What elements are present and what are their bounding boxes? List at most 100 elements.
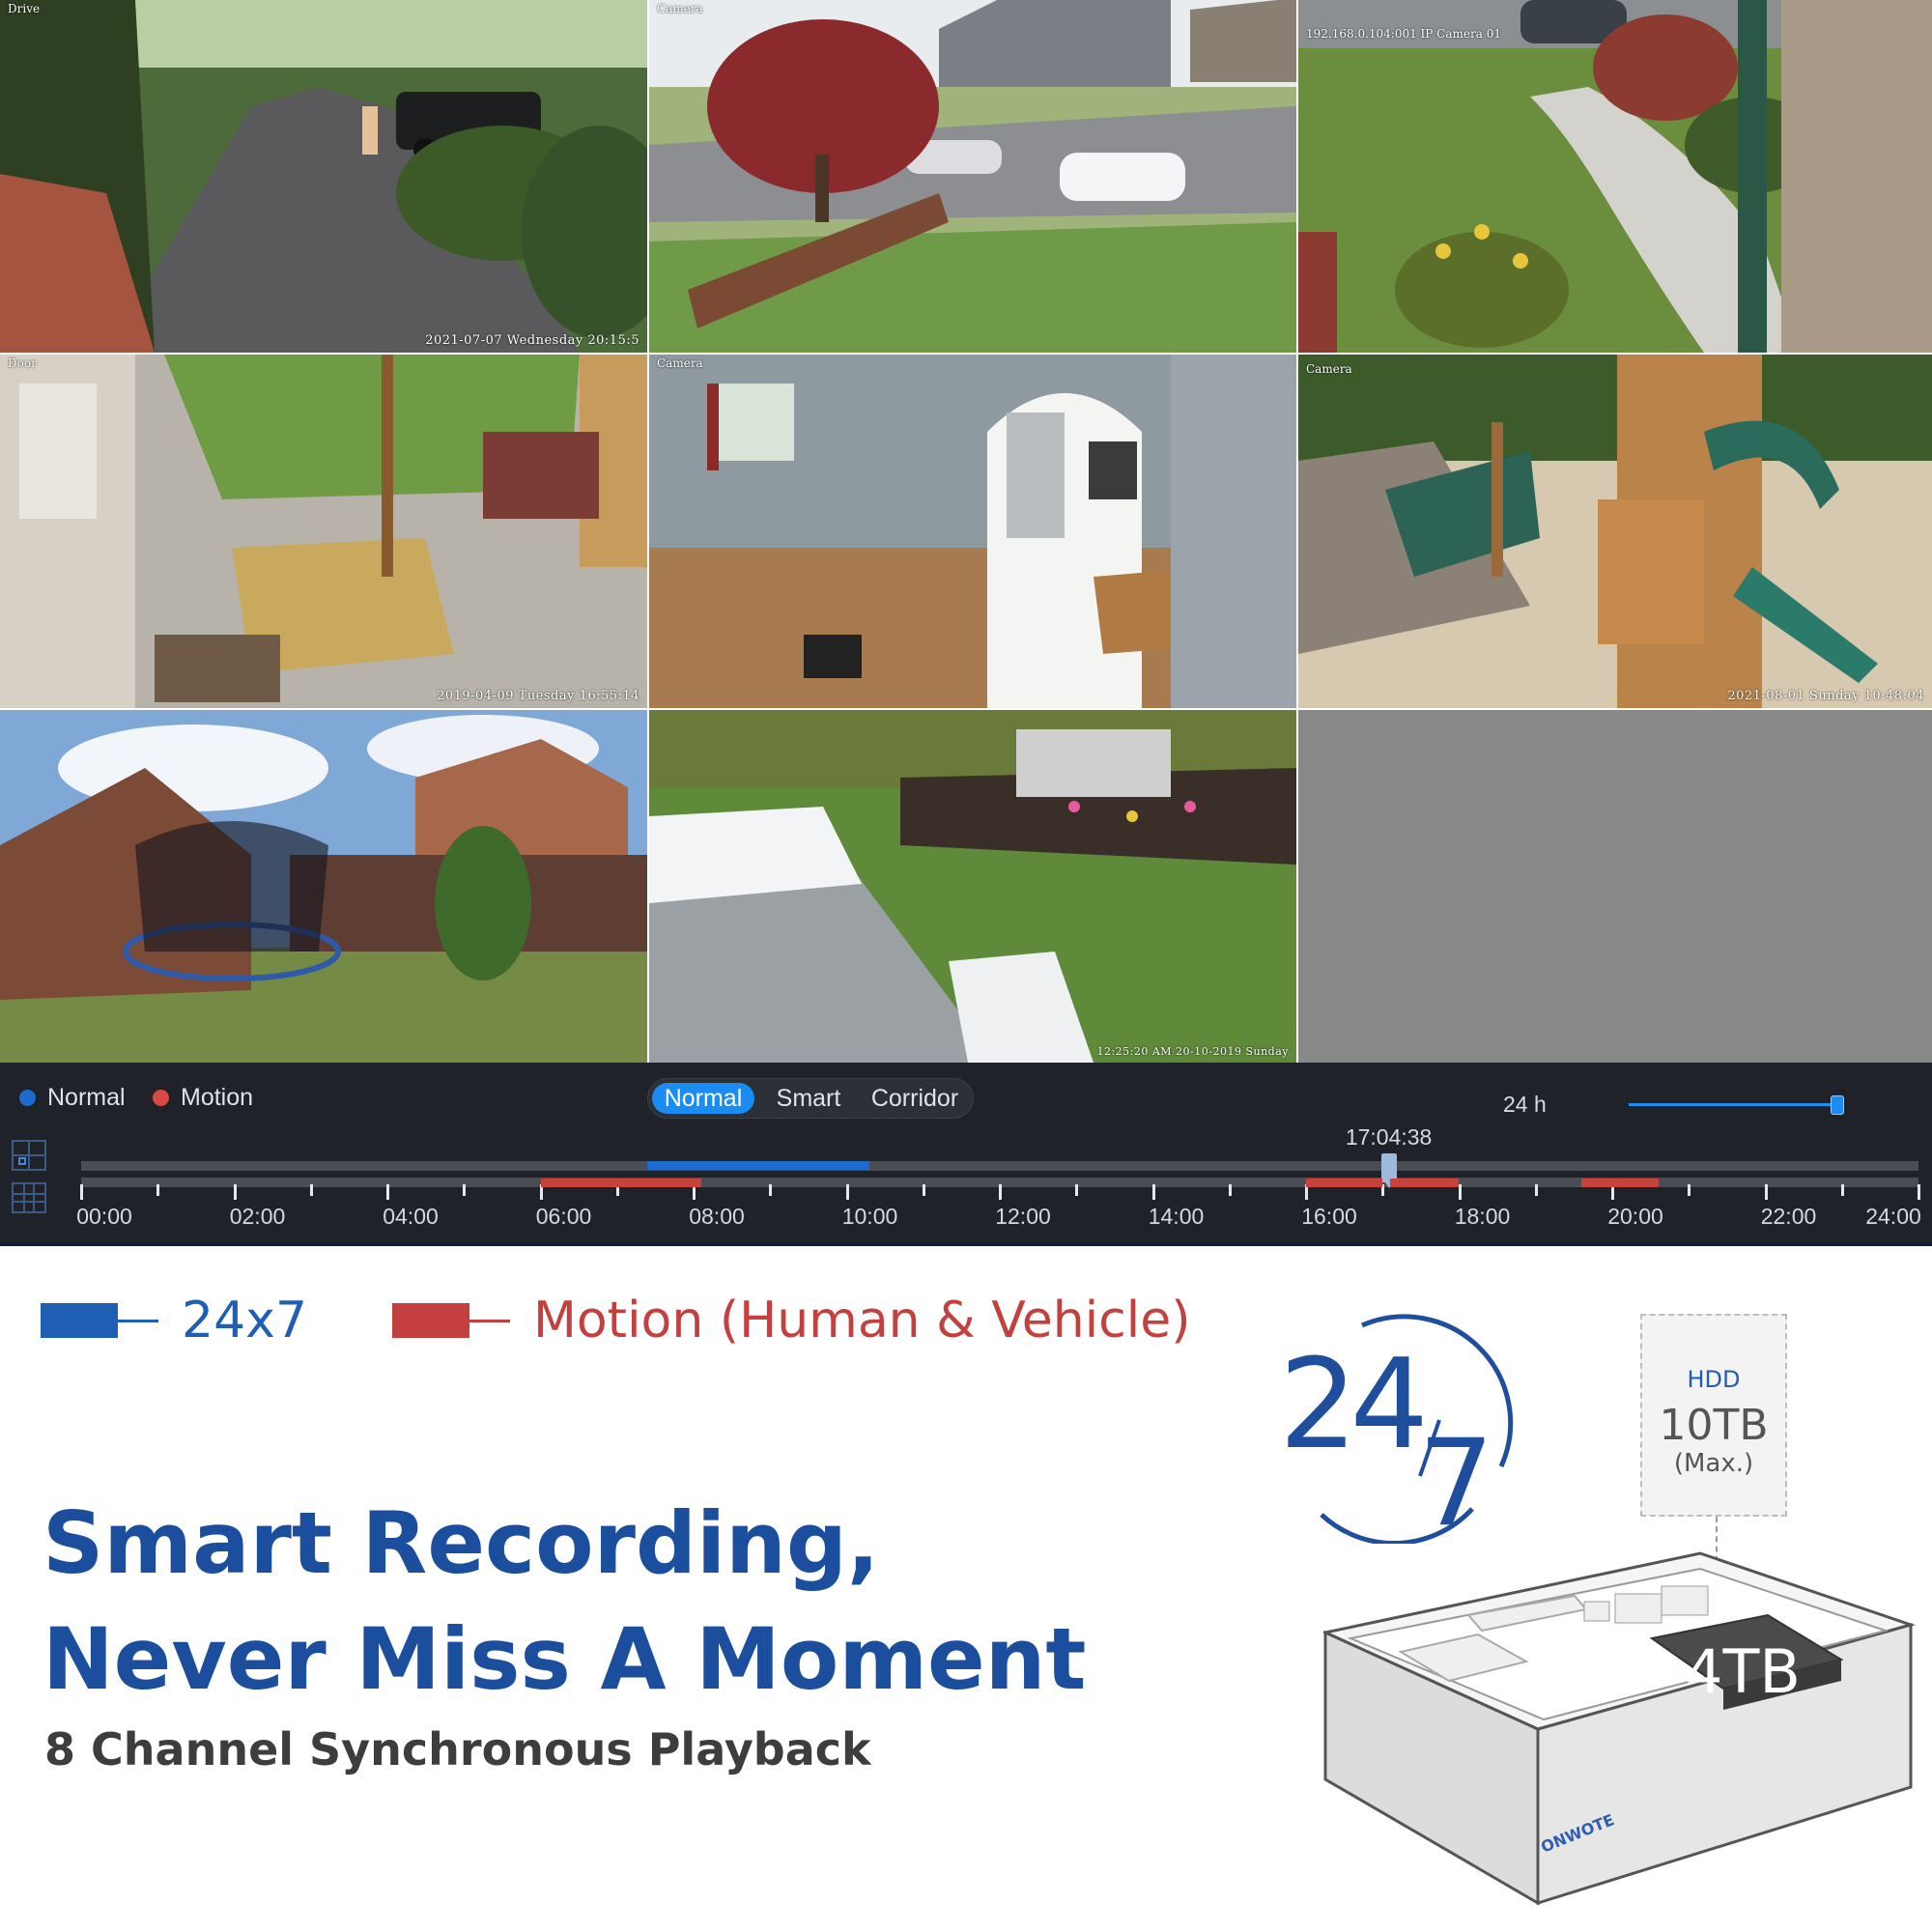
camera-1-label: Drive bbox=[8, 2, 41, 15]
timeline-hour-label: 16:00 bbox=[1301, 1204, 1357, 1229]
camera-tile-6[interactable]: Camera 2021-08-01 Sunday 10:48:04 bbox=[1298, 355, 1932, 708]
timeline-hour-label: 06:00 bbox=[535, 1204, 592, 1229]
hdd-capacity: 10TB bbox=[1659, 1401, 1769, 1450]
legend-normal-label: Normal bbox=[47, 1084, 126, 1111]
timeline-tick bbox=[233, 1184, 237, 1200]
timeline-hour-label: 02:00 bbox=[229, 1204, 286, 1229]
timeline-hour-label: 00:00 bbox=[76, 1204, 132, 1229]
legend-motion: Motion bbox=[153, 1084, 253, 1112]
camera-3-feed bbox=[1298, 0, 1932, 353]
badge-24-7-icon: 24 7 bbox=[1279, 1314, 1514, 1544]
key-motion-line bbox=[469, 1319, 510, 1322]
timeline-tick bbox=[999, 1184, 1002, 1200]
camera-5-label: Camera bbox=[657, 356, 703, 370]
timeline-tick bbox=[1075, 1184, 1079, 1196]
camera-2-label: Camera bbox=[657, 2, 703, 15]
camera-3-label: 192.168.0.104:001 IP Camera 01 bbox=[1306, 27, 1501, 41]
timeline-hour-label: 08:00 bbox=[689, 1204, 745, 1229]
split-9-icon[interactable] bbox=[12, 1182, 46, 1213]
motion-record-segment bbox=[540, 1179, 701, 1187]
mode-corridor-button[interactable]: Corridor bbox=[861, 1083, 969, 1114]
timeline-tick bbox=[309, 1184, 313, 1196]
timeline-tick bbox=[80, 1184, 83, 1200]
camera-tile-4[interactable]: Door 2019-04-09 Tuesday 16:55:14 bbox=[0, 355, 647, 708]
camera-8-feed bbox=[649, 710, 1296, 1063]
normal-dot-icon bbox=[19, 1090, 36, 1106]
hdd-note: (Max.) bbox=[1673, 1449, 1754, 1478]
camera-tile-2[interactable]: Camera bbox=[649, 0, 1296, 353]
normal-record-track[interactable] bbox=[81, 1161, 1918, 1171]
legend-motion-label: Motion bbox=[181, 1084, 254, 1111]
camera-tile-5[interactable]: Camera bbox=[649, 355, 1296, 708]
camera-grid: Drive 2021-07-07 Wednesday 20:15:5 Camer… bbox=[0, 0, 1932, 1063]
timeline-hour-label: 04:00 bbox=[383, 1204, 439, 1229]
timeline-hour-label: 10:00 bbox=[841, 1204, 898, 1229]
timeline-tick bbox=[1151, 1184, 1155, 1200]
hdd-capacity-card: HDD 10TB (Max.) bbox=[1640, 1314, 1787, 1517]
motion-record-segment bbox=[1306, 1179, 1383, 1187]
timeline-tick bbox=[769, 1184, 773, 1196]
split-4-icon[interactable] bbox=[12, 1140, 46, 1171]
key-motion-swatch bbox=[392, 1303, 469, 1338]
empty-channel-tile[interactable] bbox=[1298, 710, 1932, 1063]
camera-tile-8[interactable]: 12:25:20 AM 20-10-2019 Sunday bbox=[649, 710, 1296, 1063]
key-motion-label: Motion (Human & Vehicle) bbox=[533, 1292, 1191, 1350]
key-motion: Motion (Human & Vehicle) bbox=[392, 1292, 1191, 1350]
camera-tile-1[interactable]: Drive 2021-07-07 Wednesday 20:15:5 bbox=[0, 0, 647, 353]
time-range-label: 24 h bbox=[1503, 1092, 1547, 1117]
timeline-tick bbox=[1228, 1184, 1232, 1196]
camera-4-label: Door bbox=[8, 356, 37, 370]
nvr-device-illustration: 4TB ONWOTE bbox=[1323, 1551, 1917, 1906]
timeline-hour-label: 14:00 bbox=[1148, 1204, 1205, 1229]
installed-hdd-label: 4TB bbox=[1685, 1636, 1801, 1707]
playhead-time: 17:04:38 bbox=[1345, 1124, 1433, 1150]
key-24x7-swatch bbox=[41, 1303, 118, 1338]
camera-tile-7[interactable] bbox=[0, 710, 647, 1063]
playback-timeline-panel: Normal Motion Normal Smart Corridor 24 h… bbox=[0, 1063, 1932, 1246]
camera-1-feed bbox=[0, 0, 647, 353]
timeline-tick bbox=[1688, 1184, 1691, 1196]
hdd-label: HDD bbox=[1687, 1366, 1741, 1393]
normal-record-segment bbox=[647, 1161, 870, 1170]
timeline-tick bbox=[156, 1184, 160, 1196]
headline-line-1: Smart Recording, bbox=[43, 1493, 880, 1593]
playback-mode-toggle: Normal Smart Corridor bbox=[647, 1078, 974, 1119]
timeline-tick bbox=[386, 1184, 389, 1200]
camera-2-feed bbox=[649, 0, 1296, 353]
motion-record-segment bbox=[1390, 1179, 1460, 1187]
timeline-hour-label: 22:00 bbox=[1760, 1204, 1817, 1229]
selected-window-icon bbox=[18, 1157, 26, 1165]
camera-6-timestamp: 2021-08-01 Sunday 10:48:04 bbox=[1727, 689, 1924, 703]
camera-4-feed bbox=[0, 355, 647, 708]
timeline-hour-label: 18:00 bbox=[1454, 1204, 1511, 1229]
timeline-tick bbox=[1764, 1184, 1768, 1200]
camera-6-feed bbox=[1298, 355, 1932, 708]
timeline-tick bbox=[1534, 1184, 1538, 1196]
key-24x7: 24x7 bbox=[41, 1292, 307, 1350]
motion-record-segment bbox=[1581, 1179, 1659, 1187]
zoom-slider-handle[interactable] bbox=[1831, 1095, 1844, 1115]
badge-7-text: 7 bbox=[1418, 1414, 1494, 1544]
mode-smart-button[interactable]: Smart bbox=[760, 1083, 857, 1114]
zoom-slider-track[interactable] bbox=[1629, 1103, 1839, 1106]
camera-5-feed bbox=[649, 355, 1296, 708]
mode-normal-button[interactable]: Normal bbox=[652, 1083, 754, 1114]
timeline-tick bbox=[1918, 1184, 1920, 1200]
timeline-tick bbox=[1840, 1184, 1844, 1196]
camera-8-timestamp: 12:25:20 AM 20-10-2019 Sunday bbox=[1096, 1045, 1289, 1058]
timeline-tick bbox=[463, 1184, 467, 1196]
timeline-tick bbox=[922, 1184, 925, 1196]
badge-24-text: 24 bbox=[1279, 1333, 1422, 1477]
camera-7-feed bbox=[0, 710, 647, 1063]
camera-1-timestamp: 2021-07-07 Wednesday 20:15:5 bbox=[425, 333, 639, 348]
motion-dot-icon bbox=[153, 1090, 169, 1106]
camera-tile-3[interactable]: 192.168.0.104:001 IP Camera 01 bbox=[1298, 0, 1932, 353]
timeline-hour-label: 20:00 bbox=[1607, 1204, 1663, 1229]
subheadline: 8 Channel Synchronous Playback bbox=[44, 1723, 871, 1776]
headline-line-2: Never Miss A Moment bbox=[43, 1609, 1087, 1709]
headline: Smart Recording, Never Miss A Moment bbox=[43, 1486, 1086, 1718]
timeline-hour-label: 24:00 bbox=[1865, 1204, 1921, 1229]
key-24x7-label: 24x7 bbox=[182, 1292, 308, 1350]
camera-4-timestamp: 2019-04-09 Tuesday 16:55:14 bbox=[437, 689, 639, 703]
legend-normal: Normal bbox=[19, 1084, 126, 1112]
